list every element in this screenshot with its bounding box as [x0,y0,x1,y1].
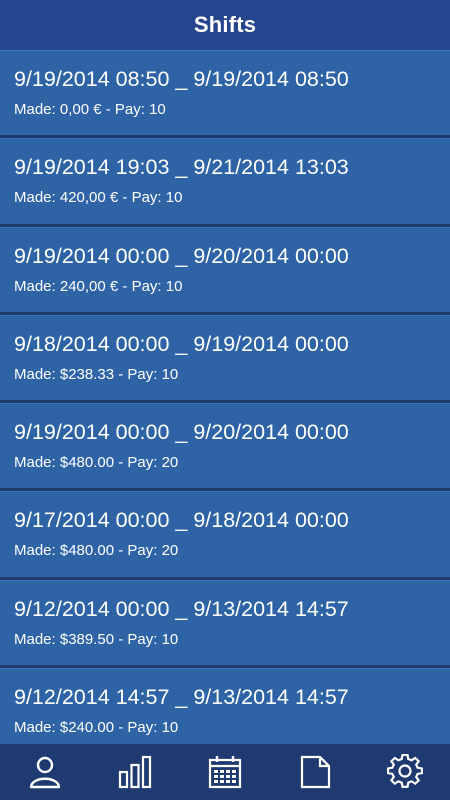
shift-row[interactable]: 9/19/2014 19:03 _ 9/21/2014 13:03 Made: … [0,138,450,227]
shift-range: 9/19/2014 00:00 _ 9/20/2014 00:00 [14,420,349,445]
page-title: Shifts [193,12,257,37]
shift-range: 9/12/2014 14:57 _ 9/13/2014 14:57 [14,685,349,710]
tab-reports[interactable] [270,744,360,800]
tab-statistics[interactable] [90,744,180,800]
shift-earnings: Made: $238.33 - Pay: 10 [14,365,179,383]
shift-earnings: Made: $240.00 - Pay: 10 [14,719,179,737]
shift-row[interactable]: 9/12/2014 00:00 _ 9/13/2014 14:57 Made: … [0,579,450,669]
shift-row[interactable]: 9/19/2014 00:00 _ 9/20/2014 00:00 Made: … [0,226,450,315]
shift-row[interactable]: 9/17/2014 00:00 _ 9/18/2014 00:00 Made: … [0,491,450,580]
shift-earnings: Made: $480.00 - Pay: 20 [14,542,179,560]
document-icon [300,755,331,789]
shift-range: 9/18/2014 00:00 _ 9/19/2014 00:00 [14,331,349,356]
bar-chart-icon [118,755,152,789]
app-header: Shifts [0,0,450,50]
shift-row[interactable]: 9/12/2014 14:57 _ 9/13/2014 14:57 Made: … [0,668,450,744]
shift-range: 9/19/2014 00:00 _ 9/20/2014 00:00 [14,243,349,268]
tab-calendar[interactable] [180,744,270,800]
shift-earnings: Made: $389.50 - Pay: 10 [14,630,179,648]
gear-icon [387,754,423,788]
tab-profile[interactable] [0,744,90,800]
shift-row[interactable]: 9/19/2014 00:00 _ 9/20/2014 00:00 Made: … [0,403,450,492]
tab-settings[interactable] [360,744,450,800]
shift-list[interactable]: 9/19/2014 08:50 _ 9/19/2014 08:50 Made: … [0,50,450,744]
shift-range: 9/19/2014 08:50 _ 9/19/2014 08:50 [14,67,349,91]
shift-row[interactable]: 9/19/2014 08:50 _ 9/19/2014 08:50 Made: … [0,50,450,139]
shift-earnings: Made: 420,00 € - Pay: 10 [14,189,183,207]
shift-row[interactable]: 9/18/2014 00:00 _ 9/19/2014 00:00 Made: … [0,314,450,404]
shift-earnings: Made: $480.00 - Pay: 20 [14,454,179,472]
shift-earnings: Made: 0,00 € - Pay: 10 [14,101,166,118]
calendar-icon [208,756,242,789]
person-icon [29,756,61,789]
shift-range: 9/12/2014 00:00 _ 9/13/2014 14:57 [14,596,349,621]
shift-range: 9/17/2014 00:00 _ 9/18/2014 00:00 [14,508,349,533]
shift-earnings: Made: 240,00 € - Pay: 10 [14,277,183,295]
bottom-tab-bar [0,744,450,800]
shift-range: 9/19/2014 19:03 _ 9/21/2014 13:03 [14,155,349,180]
app-window: Shifts 9/19/2014 08:50 _ 9/19/2014 08:50… [0,0,450,800]
